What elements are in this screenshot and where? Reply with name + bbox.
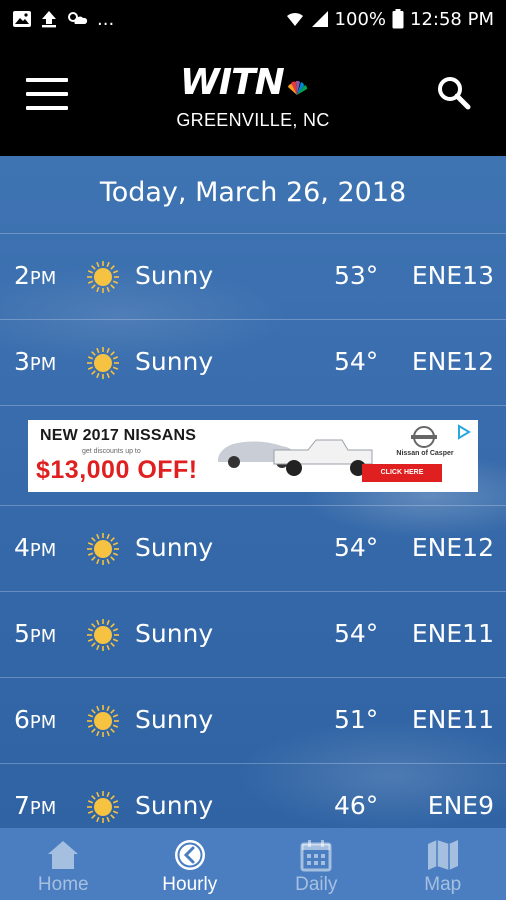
hour-number: 3 (14, 347, 30, 376)
sunny-icon (87, 533, 119, 565)
hour-time: 5PM (14, 592, 56, 679)
hour-temperature: 54° (334, 347, 379, 376)
hour-number: 2 (14, 261, 30, 290)
station-logo: WITN (180, 61, 330, 103)
sunny-icon (87, 347, 119, 379)
more-notifications: ... (97, 8, 115, 30)
tab-home[interactable]: Home (0, 828, 127, 900)
nissan-logo-icon (411, 426, 437, 448)
hour-ampm: PM (29, 626, 57, 647)
logo-text: WITN (180, 61, 285, 103)
ad-cta-button[interactable]: CLICK HERE (362, 464, 442, 482)
ad-subtext: get discounts up to (82, 448, 141, 455)
date-title: Today, March 26, 2018 (0, 156, 506, 234)
hour-wind: ENE11 (411, 619, 494, 648)
hour-condition: Sunny (135, 619, 214, 648)
hour-time: 6PM (14, 678, 56, 765)
weather-notification-icon (66, 10, 88, 28)
ad-row: NEW 2017 NISSANS get discounts up to $13… (0, 406, 506, 506)
hourly-forecast[interactable]: Today, March 26, 2018 2PM Sunny 53° ENE1… (0, 156, 506, 828)
ad-choices-icon[interactable] (456, 424, 472, 440)
tab-label: Home (37, 874, 89, 895)
signal-icon (311, 10, 329, 28)
hour-temperature: 46° (334, 791, 379, 820)
nissan-banner-ad[interactable]: NEW 2017 NISSANS get discounts up to $13… (28, 420, 478, 492)
hour-wind: ENE12 (411, 533, 494, 562)
sunny-icon (87, 619, 119, 651)
bottom-tab-bar: Home Hourly Daily Map (0, 828, 506, 900)
ad-dealer: Nissan of Casper (396, 450, 454, 457)
search-button[interactable] (434, 74, 474, 114)
system-icons: 100% 12:58 PM (285, 9, 494, 30)
ad-offer: $13,000 OFF! (36, 456, 198, 484)
hour-wind: ENE12 (411, 347, 494, 376)
tab-hourly[interactable]: Hourly (127, 828, 254, 900)
search-icon (438, 77, 471, 110)
clock-time: 12:58 PM (410, 8, 494, 30)
location-label: GREENVILLE, NC (176, 110, 330, 130)
image-notification-icon (12, 10, 32, 28)
app-header: WITN GREENVILLE, NC (0, 38, 506, 156)
hour-row[interactable]: 2PM Sunny 53° ENE13 (0, 234, 506, 320)
hour-ampm: PM (29, 354, 57, 375)
hour-temperature: 54° (334, 619, 379, 648)
menu-button[interactable] (26, 78, 68, 110)
peacock-icon (287, 81, 307, 95)
hour-ampm: PM (29, 712, 57, 733)
hour-number: 5 (14, 619, 30, 648)
sunny-icon (87, 791, 119, 823)
sunny-icon (87, 705, 119, 737)
hour-time: 4PM (14, 506, 56, 593)
hour-temperature: 51° (334, 705, 379, 734)
hour-row[interactable]: 3PM Sunny 54° ENE12 (0, 320, 506, 406)
hour-ampm: PM (29, 540, 57, 561)
hour-condition: Sunny (135, 791, 214, 820)
tab-map[interactable]: Map (380, 828, 506, 900)
hour-wind: ENE11 (411, 705, 494, 734)
sunny-icon (87, 261, 119, 293)
battery-icon (392, 9, 404, 29)
hour-condition: Sunny (135, 533, 214, 562)
status-bar: ... 100% 12:58 PM (0, 0, 506, 38)
tab-label: Daily (295, 874, 338, 895)
hour-ampm: PM (29, 798, 57, 819)
hamburger-icon (26, 78, 68, 82)
upload-icon (41, 10, 57, 28)
map-icon (427, 840, 458, 870)
hour-row[interactable]: 5PM Sunny 54° ENE11 (0, 592, 506, 678)
wifi-icon (285, 10, 305, 28)
battery-percent: 100% (334, 8, 387, 30)
ad-headline: NEW 2017 NISSANS (40, 427, 197, 444)
hour-temperature: 54° (334, 533, 379, 562)
hour-row[interactable]: 7PM Sunny 46° ENE9 (0, 764, 506, 828)
tab-label: Hourly (162, 874, 218, 895)
hour-condition: Sunny (135, 347, 214, 376)
clock-icon (174, 840, 205, 870)
hour-temperature: 53° (334, 261, 379, 290)
hour-number: 7 (14, 791, 30, 820)
tab-daily[interactable]: Daily (253, 828, 380, 900)
hour-row[interactable]: 6PM Sunny 51° ENE11 (0, 678, 506, 764)
tab-label: Map (424, 874, 462, 895)
hour-ampm: PM (29, 268, 57, 289)
hour-row[interactable]: 4PM Sunny 54° ENE12 (0, 506, 506, 592)
hour-time: 3PM (14, 320, 56, 407)
hour-time: 7PM (14, 764, 56, 828)
calendar-icon (300, 840, 332, 872)
hamburger-line (26, 92, 68, 96)
hour-wind: ENE13 (411, 261, 494, 290)
hour-condition: Sunny (135, 261, 214, 290)
hour-wind: ENE9 (427, 791, 494, 820)
notification-icons: ... (12, 9, 114, 30)
hour-condition: Sunny (135, 705, 214, 734)
hour-number: 6 (14, 705, 30, 734)
hour-number: 4 (14, 533, 30, 562)
hour-time: 2PM (14, 234, 56, 321)
home-icon (48, 841, 79, 869)
